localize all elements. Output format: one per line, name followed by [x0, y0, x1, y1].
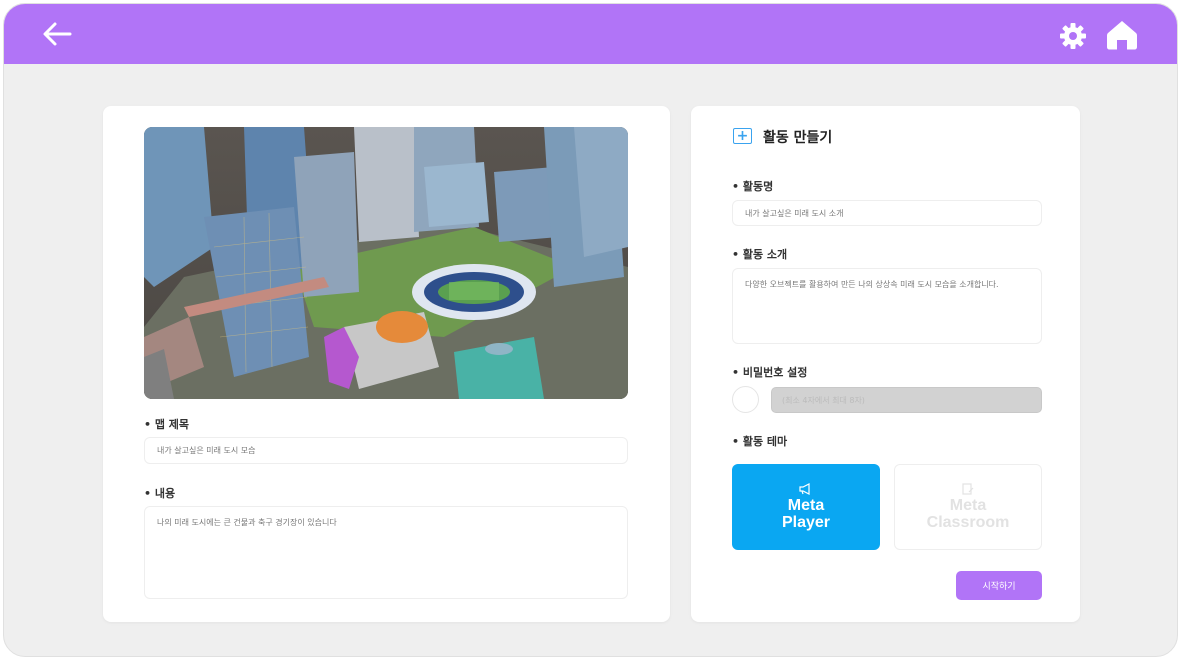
password-label: • 비밀번호 설정: [732, 366, 808, 379]
create-activity-card: + 활동 만들기 • 활동명 내가 살고싶은 미래 도시 소개 • 활동 소개 …: [691, 106, 1080, 622]
password-input[interactable]: (최소 4자에서 최대 8자): [771, 387, 1042, 413]
theme-player-line1: Meta: [787, 497, 825, 514]
back-button[interactable]: [40, 18, 76, 50]
theme-meta-classroom-button[interactable]: Meta Classroom: [894, 464, 1042, 550]
activity-name-field[interactable]: 내가 살고싶은 미래 도시 소개: [732, 200, 1042, 226]
activity-name-label: • 활동명: [732, 180, 774, 193]
activity-intro-field[interactable]: 다양한 오브젝트를 활용하여 만든 나의 상상속 미래 도시 모습을 소개합니다…: [732, 268, 1042, 344]
theme-player-line2: Player: [781, 514, 831, 531]
edit-doc-icon: [962, 483, 974, 495]
map-title-label: • 맵 제목: [144, 418, 190, 431]
plus-square-icon: +: [733, 128, 752, 144]
arrow-left-icon: [43, 22, 72, 46]
content-field[interactable]: 나의 미래 도시에는 큰 건물과 축구 경기장이 있습니다: [144, 506, 628, 599]
card-title: 활동 만들기: [763, 130, 833, 146]
theme-label: • 활동 테마: [732, 435, 788, 448]
map-title-field[interactable]: 내가 살고싶은 미래 도시 모습: [144, 437, 628, 464]
top-bar: [4, 4, 1177, 64]
activity-intro-label: • 활동 소개: [732, 248, 788, 261]
megaphone-icon: [799, 483, 810, 495]
password-toggle[interactable]: [732, 386, 759, 413]
content-label: • 내용: [144, 487, 176, 500]
app-window: • 맵 제목 내가 살고싶은 미래 도시 모습 • 내용 나의 미래 도시에는 …: [3, 3, 1178, 657]
theme-classroom-line2: Classroom: [926, 514, 1010, 531]
start-button[interactable]: 시작하기: [956, 571, 1042, 600]
home-button[interactable]: [1105, 19, 1139, 51]
map-info-card: • 맵 제목 내가 살고싶은 미래 도시 모습 • 내용 나의 미래 도시에는 …: [103, 106, 670, 622]
theme-meta-player-button[interactable]: Meta Player: [732, 464, 880, 550]
home-icon: [1107, 21, 1137, 50]
theme-classroom-line1: Meta: [949, 497, 987, 514]
settings-button[interactable]: [1058, 21, 1088, 51]
gear-icon: [1060, 23, 1086, 49]
map-preview-image: [144, 127, 628, 399]
